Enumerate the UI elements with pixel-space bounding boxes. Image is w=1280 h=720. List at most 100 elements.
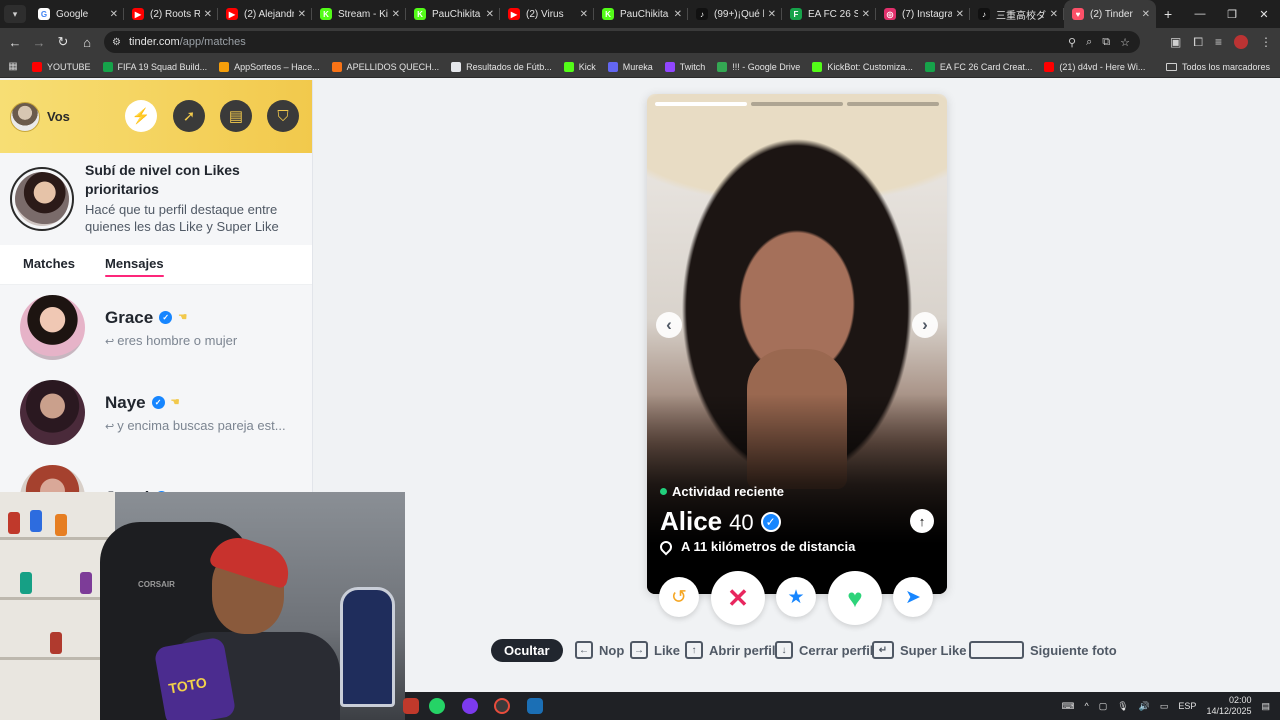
back-button[interactable]: ←	[3, 35, 27, 50]
profile-card[interactable]: ‹ › Actividad reciente Alice 40 ✓ A 11 k…	[647, 94, 947, 594]
site-info-icon[interactable]: ⚙	[112, 37, 121, 48]
close-window-button[interactable]: ✕	[1248, 0, 1280, 28]
network-icon[interactable]: ▭	[1160, 701, 1169, 712]
tab-close-icon[interactable]: ✕	[956, 9, 964, 20]
extensions-puzzle-icon[interactable]: ⧠	[1193, 35, 1203, 50]
zoom-icon[interactable]: ⌕	[1086, 36, 1092, 49]
boost-send-button[interactable]: ➤	[893, 577, 933, 617]
browser-tab-strip: ▾ GGoogle✕▶(2) Roots Re✕▶(2) Alejandra✕K…	[0, 0, 1280, 28]
tab-matches[interactable]: Matches	[23, 256, 75, 273]
tab-close-icon[interactable]: ✕	[862, 9, 870, 20]
priority-likes-promo[interactable]: Subí de nivel con Likes prioritarios Hac…	[0, 153, 312, 245]
apps-grid-icon[interactable]: ▦	[0, 61, 26, 72]
steam-icon[interactable]	[527, 698, 543, 714]
new-tab-button[interactable]: +	[1164, 6, 1172, 22]
next-photo-arrow[interactable]: ›	[912, 312, 938, 338]
tab-close-icon[interactable]: ✕	[1050, 9, 1058, 20]
browser-menu-icon[interactable]: ⋮	[1260, 35, 1272, 49]
location-pin-icon	[657, 538, 675, 555]
browser-tab[interactable]: ◎(7) Instagram✕	[876, 0, 970, 28]
super-like-button[interactable]: ★	[776, 577, 816, 617]
down-arrow-key-icon: ↓	[775, 641, 793, 659]
bookmark-item[interactable]: Resultados de Fútb...	[445, 61, 558, 72]
browser-tab[interactable]: ▶(2) Roots Re✕	[124, 0, 218, 28]
volume-icon[interactable]: 🔊	[1139, 701, 1150, 712]
bookmark-item[interactable]: FIFA 19 Squad Build...	[97, 61, 214, 72]
browser-tab[interactable]: ▶ (2) Virus ✕	[500, 0, 594, 28]
bookmark-item[interactable]: EA FC 26 Card Creat...	[919, 61, 1039, 72]
browser-tab[interactable]: FEA FC 26 Sq✕	[782, 0, 876, 28]
restore-button[interactable]: ❐	[1216, 0, 1248, 28]
tab-close-icon[interactable]: ✕	[1142, 9, 1150, 20]
tray-chevron-icon[interactable]: ^	[1085, 701, 1089, 711]
browser-tab[interactable]: ♪ (99+)¡Qué b ✕	[688, 0, 782, 28]
tab-close-icon[interactable]: ✕	[768, 9, 776, 20]
browser-tab[interactable]: ♥ (2) Tinder ✕	[1064, 0, 1156, 28]
whatsapp-icon[interactable]	[429, 698, 445, 714]
bookmark-star-icon[interactable]: ☆	[1120, 36, 1130, 49]
nope-button[interactable]: ✕	[711, 571, 765, 625]
like-button[interactable]: ♥	[828, 571, 882, 625]
bookmark-item[interactable]: AppSorteos – Hace...	[213, 61, 326, 72]
work-mode-briefcase-icon[interactable]: ▤	[220, 100, 252, 132]
reload-button[interactable]: ↻	[51, 34, 75, 50]
message-item[interactable]: Naye ✓ ☚ ↩ y encima buscas pareja est...	[0, 370, 312, 455]
tab-close-icon[interactable]: ✕	[204, 9, 212, 20]
bookmark-item[interactable]: (21) d4vd - Here Wi...	[1038, 61, 1151, 72]
promo-avatar	[10, 167, 74, 231]
microphone-icon[interactable]: 🎙	[1117, 701, 1128, 712]
rewind-button[interactable]: ↺	[659, 577, 699, 617]
minimize-button[interactable]: —	[1184, 0, 1216, 28]
message-item[interactable]: Grace ✓ ☚ ↩ eres hombre o mujer	[0, 285, 312, 370]
browser-tab[interactable]: ▶(2) Alejandra✕	[218, 0, 312, 28]
space-key-icon	[969, 641, 1024, 659]
open-profile-arrow[interactable]: ↑	[910, 509, 934, 533]
extension-icon[interactable]: ▣	[1170, 35, 1181, 49]
tab-close-icon[interactable]: ✕	[580, 9, 588, 20]
hide-shortcuts-button[interactable]: Ocultar	[491, 639, 563, 662]
bookmark-item[interactable]: Kick	[558, 61, 602, 72]
taskbar-app-icon[interactable]	[403, 698, 419, 714]
my-profile-label[interactable]: Vos	[47, 109, 70, 124]
match-avatar	[20, 380, 85, 445]
browser-tab[interactable]: KStream - Kick✕	[312, 0, 406, 28]
browser-tab[interactable]: KPauChikita S✕	[594, 0, 688, 28]
my-profile-avatar[interactable]	[10, 101, 40, 132]
tray-keyboard-icon[interactable]: ⌨	[1062, 701, 1075, 712]
tab-search-button[interactable]: ▾	[4, 5, 26, 23]
notifications-icon[interactable]: ▤	[1261, 701, 1270, 712]
profile-avatar[interactable]	[1234, 35, 1248, 49]
install-app-icon[interactable]: ⧉	[1102, 36, 1110, 49]
safety-shield-icon[interactable]: ⛉	[267, 100, 299, 132]
boost-bolt-icon[interactable]: ⚡	[125, 100, 157, 132]
tray-app-icon[interactable]: ▢	[1099, 701, 1108, 712]
bookmark-item[interactable]: !!! - Google Drive	[711, 61, 806, 72]
all-bookmarks-folder[interactable]: Todos los marcadores	[1165, 56, 1270, 78]
media-control-icon[interactable]: ≡	[1215, 35, 1222, 49]
previous-photo-arrow[interactable]: ‹	[656, 312, 682, 338]
discord-icon[interactable]	[462, 698, 478, 714]
forward-button[interactable]: →	[27, 35, 51, 50]
address-bar[interactable]: ⚙ tinder.com/app/matches ⚲ ⌕ ⧉ ☆	[104, 31, 1140, 53]
bookmark-item[interactable]: Mureka	[602, 61, 659, 72]
bookmark-item[interactable]: KickBot: Customiza...	[806, 61, 919, 72]
bookmark-item[interactable]: Twitch	[659, 61, 712, 72]
language-indicator[interactable]: ESP	[1178, 701, 1196, 711]
browser-tab[interactable]: KPauChikita S✕	[406, 0, 500, 28]
tab-close-icon[interactable]: ✕	[298, 9, 306, 20]
tab-close-icon[interactable]: ✕	[674, 9, 682, 20]
match-name: Grace	[105, 307, 154, 327]
tab-close-icon[interactable]: ✕	[392, 9, 400, 20]
location-icon[interactable]: ⚲	[1068, 36, 1076, 49]
explore-compass-icon[interactable]: ➚	[173, 100, 205, 132]
tab-close-icon[interactable]: ✕	[486, 9, 494, 20]
browser-tab[interactable]: ♪ 三重高校ダ ✕	[970, 0, 1064, 28]
bookmark-item[interactable]: YOUTUBE	[26, 61, 97, 72]
tab-messages[interactable]: Mensajes	[105, 256, 164, 277]
bookmark-item[interactable]: APELLIDOS QUECH...	[326, 61, 446, 72]
tab-close-icon[interactable]: ✕	[110, 9, 118, 20]
clock[interactable]: 02:00 14/12/2025	[1206, 695, 1251, 717]
obs-icon[interactable]	[494, 698, 510, 714]
home-button[interactable]: ⌂	[75, 35, 99, 50]
browser-tab[interactable]: G Google ✕	[30, 0, 124, 28]
